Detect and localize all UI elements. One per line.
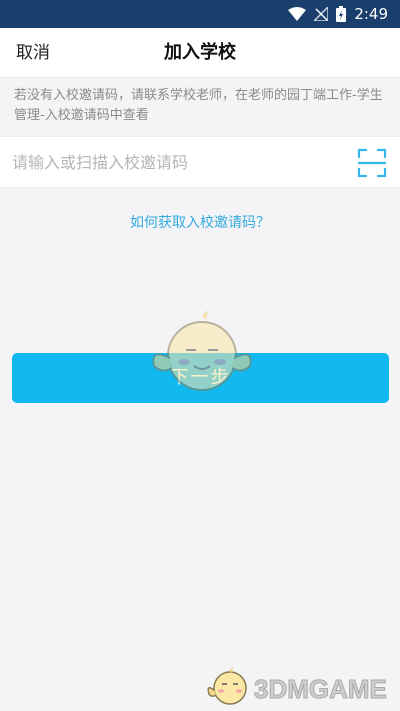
invite-code-tip: 若没有入校邀请码，请联系学校老师，在老师的园丁端工作-学生管理-入校邀请码中查看 — [14, 88, 383, 123]
watermark-text: 3DMGAME — [254, 674, 388, 705]
status-time: 2:49 — [354, 5, 388, 23]
page-title: 加入学校 — [164, 42, 236, 63]
site-watermark: 3DMGAME — [204, 660, 400, 711]
scan-icon[interactable] — [356, 147, 388, 179]
header: 取消 加入学校 — [0, 28, 400, 78]
battery-charging-icon — [336, 6, 347, 22]
invite-code-input[interactable] — [12, 137, 342, 187]
next-step-button[interactable]: 下一步 — [12, 353, 389, 403]
wifi-icon — [288, 7, 307, 21]
invite-code-row — [0, 136, 400, 188]
signal-off-icon — [314, 7, 329, 21]
how-to-get-invite-code-link[interactable]: 如何获取入校邀请码？ — [0, 212, 400, 232]
status-bar: 2:49 — [0, 0, 400, 28]
